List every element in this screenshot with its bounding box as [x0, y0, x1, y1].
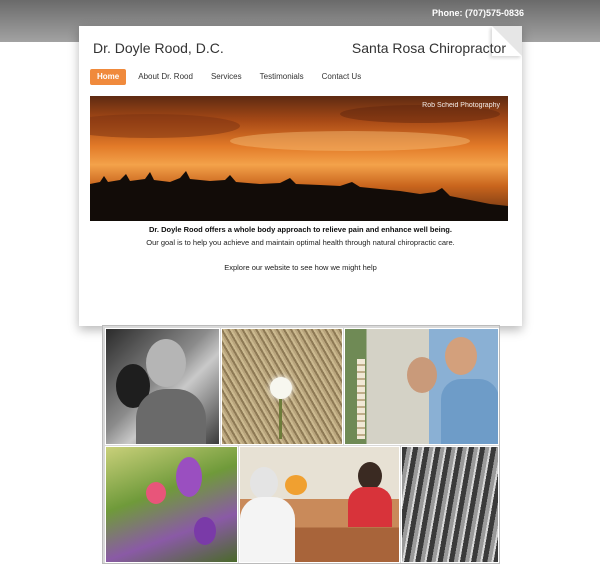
tree-silhouette [90, 105, 508, 221]
photo-credit: Rob Scheid Photography [422, 102, 500, 109]
site-tagline: Santa Rosa Chiropractor [351, 40, 506, 56]
dandelion-photo [221, 328, 343, 445]
nav-contact[interactable]: Contact Us [313, 69, 371, 85]
nav-home[interactable]: Home [90, 69, 127, 85]
photo-collage [102, 325, 500, 564]
header-card: Dr. Doyle Rood, D.C. Santa Rosa Chiropra… [79, 26, 522, 326]
nav-testimonials[interactable]: Testimonials [251, 69, 313, 85]
wildflowers-photo [105, 446, 238, 563]
tree-bark-photo [401, 446, 499, 563]
nav-services[interactable]: Services [202, 69, 251, 85]
nav-about[interactable]: About Dr. Rood [129, 69, 202, 85]
couple-photo [105, 328, 220, 445]
main-nav: Home About Dr. Rood Services Testimonial… [90, 69, 370, 85]
phone-number[interactable]: Phone: (707)575-0836 [432, 8, 524, 18]
site-title[interactable]: Dr. Doyle Rood, D.C. [93, 40, 224, 56]
consultation-photo [239, 446, 400, 563]
chiropractor-spine-photo [344, 328, 499, 445]
hero-sunset-image: Rob Scheid Photography [90, 96, 508, 221]
